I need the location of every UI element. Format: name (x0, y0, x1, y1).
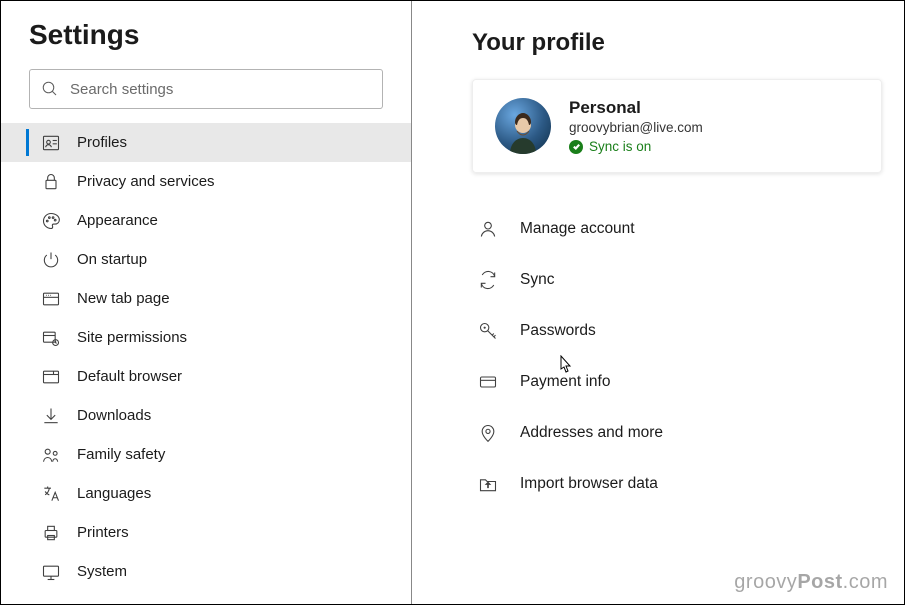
profile-panel: Your profile Personal groovybrian@live.c… (412, 1, 904, 604)
search-container (29, 69, 383, 109)
option-import-data[interactable]: Import browser data (472, 458, 882, 509)
import-icon (478, 474, 498, 494)
option-manage-account[interactable]: Manage account (472, 203, 882, 254)
sidebar-item-label: Default browser (77, 368, 182, 385)
profile-email: groovybrian@live.com (569, 120, 703, 135)
location-icon (478, 423, 498, 443)
search-input[interactable] (29, 69, 383, 109)
site-perm-icon (41, 328, 61, 348)
settings-sidebar: Settings Profiles Privacy and services A… (1, 1, 412, 604)
profile-meta: Personal groovybrian@live.com Sync is on (569, 98, 703, 154)
option-label: Import browser data (520, 475, 658, 493)
sidebar-item-printers[interactable]: Printers (1, 513, 411, 552)
sidebar-item-label: New tab page (77, 290, 170, 307)
sidebar-item-system[interactable]: System (1, 552, 411, 591)
sidebar-item-label: System (77, 563, 127, 580)
check-circle-icon (569, 140, 583, 154)
sidebar-item-privacy[interactable]: Privacy and services (1, 162, 411, 201)
sidebar-item-label: Profiles (77, 134, 127, 151)
person-icon (478, 219, 498, 239)
sidebar-item-profiles[interactable]: Profiles (1, 123, 411, 162)
sync-icon (478, 270, 498, 290)
family-icon (41, 445, 61, 465)
printer-icon (41, 523, 61, 543)
option-label: Passwords (520, 322, 596, 340)
avatar (495, 98, 551, 154)
option-payment-info[interactable]: Payment info (472, 356, 882, 407)
sidebar-item-sitepermissions[interactable]: Site permissions (1, 318, 411, 357)
newtab-icon (41, 289, 61, 309)
profile-card[interactable]: Personal groovybrian@live.com Sync is on (472, 79, 882, 173)
option-label: Addresses and more (520, 424, 663, 442)
option-addresses[interactable]: Addresses and more (472, 407, 882, 458)
power-icon (41, 250, 61, 270)
search-icon (41, 80, 59, 98)
option-passwords[interactable]: Passwords (472, 305, 882, 356)
sidebar-item-label: On startup (77, 251, 147, 268)
sync-status-text: Sync is on (589, 139, 651, 154)
profile-card-icon (41, 133, 61, 153)
sidebar-item-family[interactable]: Family safety (1, 435, 411, 474)
sidebar-item-defaultbrowser[interactable]: Default browser (1, 357, 411, 396)
sidebar-nav: Profiles Privacy and services Appearance… (1, 123, 411, 591)
sidebar-item-downloads[interactable]: Downloads (1, 396, 411, 435)
browser-icon (41, 367, 61, 387)
sidebar-item-languages[interactable]: Languages (1, 474, 411, 513)
card-icon (478, 372, 498, 392)
option-label: Sync (520, 271, 554, 289)
option-label: Manage account (520, 220, 635, 238)
section-heading: Your profile (472, 29, 904, 57)
sync-status: Sync is on (569, 139, 703, 154)
sidebar-item-newtab[interactable]: New tab page (1, 279, 411, 318)
page-title: Settings (29, 19, 383, 51)
sidebar-item-label: Appearance (77, 212, 158, 229)
lock-icon (41, 172, 61, 192)
sidebar-item-label: Site permissions (77, 329, 187, 346)
sidebar-item-label: Family safety (77, 446, 165, 463)
sidebar-item-label: Languages (77, 485, 151, 502)
palette-icon (41, 211, 61, 231)
system-icon (41, 562, 61, 582)
download-icon (41, 406, 61, 426)
profile-name: Personal (569, 98, 703, 118)
language-icon (41, 484, 61, 504)
option-sync[interactable]: Sync (472, 254, 882, 305)
key-icon (478, 321, 498, 341)
sidebar-item-label: Downloads (77, 407, 151, 424)
watermark: groovyPost.com (734, 571, 888, 594)
option-label: Payment info (520, 373, 610, 391)
profile-options: Manage account Sync Passwords Payment in… (472, 203, 882, 509)
sidebar-item-appearance[interactable]: Appearance (1, 201, 411, 240)
sidebar-item-label: Printers (77, 524, 129, 541)
sidebar-item-label: Privacy and services (77, 173, 215, 190)
sidebar-item-startup[interactable]: On startup (1, 240, 411, 279)
